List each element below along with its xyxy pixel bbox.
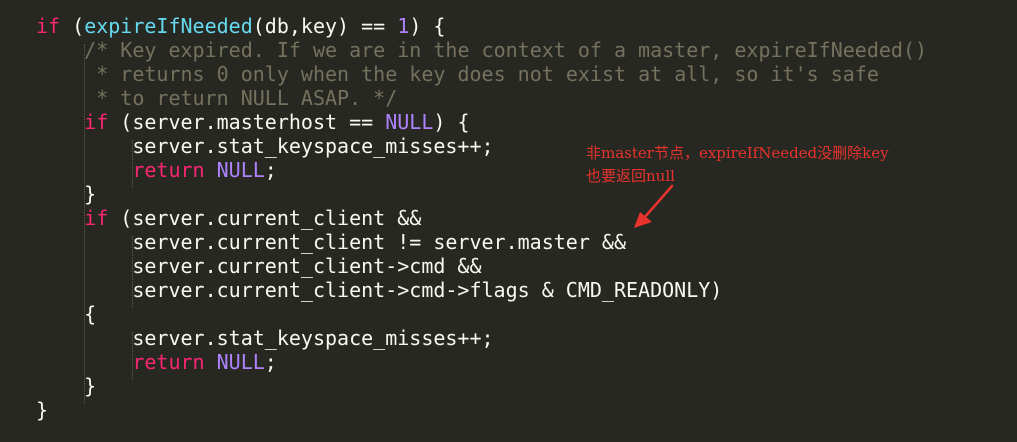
code-token: 1 bbox=[397, 14, 410, 38]
annotation-line-1: 非master节点，expireIfNeeded没删除key bbox=[586, 144, 889, 162]
code-token: if bbox=[36, 14, 61, 38]
code-token: server.stat_keyspace_misses++; bbox=[36, 134, 494, 158]
code-line[interactable]: if (expireIfNeeded(db,key) == 1) { bbox=[36, 14, 445, 38]
code-token: return bbox=[132, 350, 205, 374]
indent-guide bbox=[132, 140, 133, 188]
code-token: ; bbox=[264, 158, 277, 182]
code-token: server.current_client != server.master &… bbox=[36, 230, 627, 254]
code-token: expireIfNeeded bbox=[84, 14, 253, 38]
code-token: NULL bbox=[216, 350, 265, 374]
code-line[interactable]: { bbox=[36, 302, 96, 326]
indent-guide bbox=[84, 44, 85, 404]
code-line[interactable]: if (server.current_client && bbox=[36, 206, 421, 230]
code-token: /* Key expired. If we are in the context… bbox=[84, 38, 928, 62]
code-token: } bbox=[36, 374, 97, 398]
indent-guide bbox=[132, 332, 133, 380]
code-token: (db,key) == bbox=[252, 14, 398, 38]
code-token: NULL bbox=[385, 110, 434, 134]
code-token: ; bbox=[264, 350, 277, 374]
code-token: if bbox=[84, 110, 109, 134]
code-token: server.current_client->cmd && bbox=[36, 254, 482, 278]
code-token: ) { bbox=[409, 14, 446, 38]
indent-guide bbox=[132, 236, 133, 308]
code-token: * returns 0 only when the key does not e… bbox=[96, 62, 879, 86]
code-line[interactable]: server.stat_keyspace_misses++; bbox=[36, 326, 494, 350]
code-line[interactable]: if (server.masterhost == NULL) { bbox=[36, 110, 470, 134]
code-line[interactable]: server.stat_keyspace_misses++; bbox=[36, 134, 494, 158]
code-token: (server.masterhost == bbox=[108, 110, 386, 134]
code-token: * to return NULL ASAP. */ bbox=[96, 86, 398, 110]
code-token: (server.current_client && bbox=[108, 206, 422, 230]
code-line[interactable]: server.current_client->cmd && bbox=[36, 254, 482, 278]
red-arrow-icon bbox=[634, 184, 674, 228]
code-line[interactable]: * to return NULL ASAP. */ bbox=[36, 86, 397, 110]
code-line[interactable]: * returns 0 only when the key does not e… bbox=[36, 62, 879, 86]
code-token: server.stat_keyspace_misses++; bbox=[36, 326, 494, 350]
code-line[interactable]: } bbox=[36, 398, 48, 422]
code-line[interactable]: /* Key expired. If we are in the context… bbox=[36, 38, 927, 62]
code-token: if bbox=[84, 206, 109, 230]
code-token: ( bbox=[60, 14, 85, 38]
code-token: ) { bbox=[433, 110, 470, 134]
code-line[interactable]: return NULL; bbox=[36, 350, 277, 374]
code-line[interactable]: server.current_client != server.master &… bbox=[36, 230, 626, 254]
code-token: server.current_client->cmd->flags & CMD_… bbox=[36, 278, 723, 302]
code-editor[interactable]: if (expireIfNeeded(db,key) == 1) { /* Ke… bbox=[0, 0, 1017, 442]
code-token: } bbox=[36, 182, 97, 206]
code-token: return bbox=[132, 158, 205, 182]
code-line[interactable]: server.current_client->cmd->flags & CMD_… bbox=[36, 278, 722, 302]
code-line[interactable]: } bbox=[36, 182, 96, 206]
code-token: { bbox=[36, 302, 97, 326]
code-token: } bbox=[36, 398, 49, 422]
code-line[interactable]: } bbox=[36, 374, 96, 398]
code-line[interactable]: return NULL; bbox=[36, 158, 277, 182]
code-token: NULL bbox=[216, 158, 265, 182]
